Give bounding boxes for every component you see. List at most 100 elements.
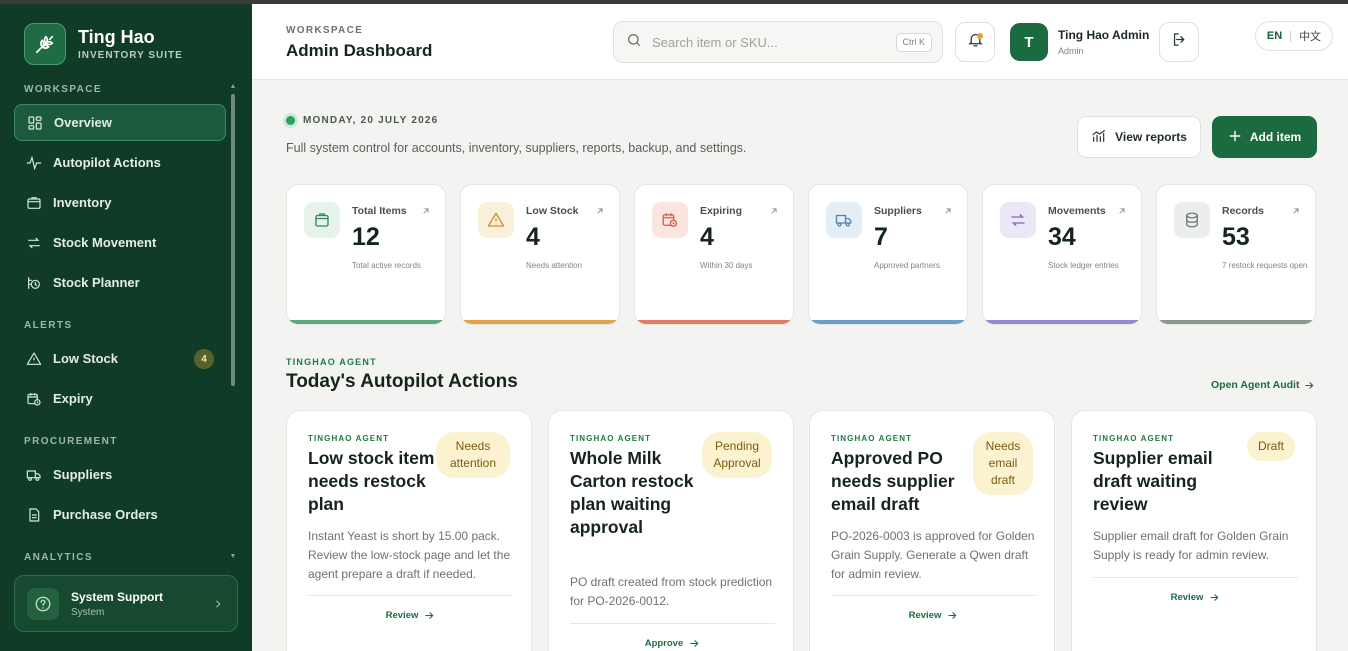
user-role: Admin — [1058, 46, 1084, 56]
calendar-clock-icon — [25, 390, 43, 408]
card-divider — [831, 595, 1036, 596]
sidebar-scrollbar-thumb[interactable] — [231, 94, 235, 386]
card-action-label: Review — [1170, 592, 1204, 603]
approve-button[interactable]: Approve — [570, 638, 775, 649]
stat-card-suppliers[interactable]: Suppliers 7 Approved partners — [808, 184, 968, 325]
action-card-whole-milk[interactable]: TINGHAO AGENT Whole Milk Carton restock … — [548, 410, 794, 651]
arrow-right-icon — [1210, 594, 1219, 601]
nav-section-analytics: ANALYTICS — [24, 552, 93, 563]
sidebar-item-label: Expiry — [53, 391, 93, 406]
nav-section-alerts: ALERTS — [24, 320, 73, 331]
add-item-button[interactable]: Add item — [1212, 116, 1317, 158]
stat-card-records[interactable]: Records 53 7 restock requests open — [1156, 184, 1316, 325]
sidebar-item-label: Low Stock — [53, 351, 119, 366]
sidebar-item-low-stock[interactable]: Low Stock 4 — [14, 340, 226, 377]
card-eyebrow: TINGHAO AGENT — [308, 434, 390, 443]
warning-icon — [25, 350, 43, 368]
support-subtitle: System — [71, 606, 105, 618]
user-profile[interactable]: T Ting Hao Admin Admin — [1010, 23, 1149, 61]
arrow-up-right-icon — [1117, 203, 1127, 221]
stat-accent-bar — [287, 320, 445, 324]
lang-separator: | — [1289, 30, 1293, 42]
search-box[interactable]: Ctrl K — [613, 21, 943, 63]
stat-value: 4 — [526, 223, 540, 251]
scroll-up-arrow-icon[interactable]: ▲ — [229, 83, 237, 90]
card-action-label: Approve — [644, 638, 684, 649]
action-card-approved-po[interactable]: TINGHAO AGENT Approved PO needs supplier… — [809, 410, 1055, 651]
date-row: MONDAY, 20 JULY 2026 — [286, 115, 438, 126]
card-eyebrow: TINGHAO AGENT — [570, 434, 652, 443]
logout-button[interactable] — [1159, 22, 1199, 62]
review-button[interactable]: Review — [308, 610, 513, 621]
brand-subtitle: INVENTORY SUITE — [78, 50, 183, 61]
stat-accent-bar — [635, 320, 793, 324]
action-card-low-stock[interactable]: TINGHAO AGENT Low stock item needs resto… — [286, 410, 532, 651]
card-body: PO draft created from stock prediction f… — [570, 575, 773, 608]
status-badge: Needs attention — [436, 432, 510, 478]
logout-icon — [1171, 31, 1188, 53]
stat-card-low-stock[interactable]: Low Stock 4 Needs attention — [460, 184, 620, 325]
pulse-icon — [25, 154, 43, 172]
review-button[interactable]: Review — [1093, 592, 1298, 603]
arrow-right-icon — [1305, 381, 1314, 389]
sidebar-item-label: Overview — [54, 115, 112, 130]
open-agent-audit-link[interactable]: Open Agent Audit — [1211, 379, 1315, 391]
scroll-down-arrow-icon[interactable]: ▼ — [229, 553, 237, 560]
status-dot — [286, 116, 295, 125]
stat-label: Expiring — [700, 205, 743, 217]
document-icon — [25, 506, 43, 524]
system-support-button[interactable]: System Support System — [14, 575, 238, 632]
section-title: Today's Autopilot Actions — [286, 371, 518, 392]
page-description: Full system control for accounts, invent… — [286, 141, 747, 155]
action-card-supplier-email[interactable]: TINGHAO AGENT Supplier email draft waiti… — [1071, 410, 1317, 651]
wheat-logo-icon — [24, 23, 66, 65]
plus-icon — [1228, 129, 1242, 146]
truck-icon — [25, 466, 43, 484]
search-input[interactable] — [652, 34, 872, 50]
sidebar-item-label: Stock Planner — [53, 275, 140, 290]
view-reports-button[interactable]: View reports — [1077, 116, 1201, 158]
box-icon — [25, 194, 43, 212]
sidebar-item-suppliers[interactable]: Suppliers — [14, 456, 226, 493]
arrow-right-icon — [690, 640, 699, 647]
card-action-label: Review — [385, 610, 419, 621]
stat-card-total-items[interactable]: Total Items 12 Total active records — [286, 184, 446, 325]
card-divider — [1093, 577, 1298, 578]
sidebar-item-expiry[interactable]: Expiry — [14, 380, 226, 417]
card-body: PO-2026-0003 is approved for Golden Grai… — [831, 529, 1035, 581]
lang-option-en[interactable]: EN — [1267, 30, 1282, 42]
sidebar-item-label: Autopilot Actions — [53, 155, 161, 170]
sidebar-item-stock-movement[interactable]: Stock Movement — [14, 224, 226, 261]
lang-option-zh[interactable]: 中文 — [1299, 28, 1321, 44]
card-body: Supplier email draft for Golden Grain Su… — [1093, 529, 1289, 562]
arrow-up-right-icon — [943, 203, 953, 221]
sidebar-item-purchase-orders[interactable]: Purchase Orders — [14, 496, 226, 533]
review-button[interactable]: Review — [831, 610, 1036, 621]
stat-card-expiring[interactable]: Expiring 4 Within 30 days — [634, 184, 794, 325]
audit-link-label: Open Agent Audit — [1211, 379, 1300, 391]
search-shortcut-hint: Ctrl K — [895, 33, 932, 52]
sidebar-item-autopilot-actions[interactable]: Autopilot Actions — [14, 144, 226, 181]
notifications-button[interactable] — [955, 22, 995, 62]
status-badge: Draft — [1246, 432, 1295, 461]
stat-note: Within 30 days — [700, 261, 753, 270]
status-badge: Needs email draft — [973, 432, 1033, 495]
card-eyebrow: TINGHAO AGENT — [1093, 434, 1175, 443]
brand[interactable]: Ting Hao INVENTORY SUITE — [24, 23, 183, 65]
calendar-clock-icon — [652, 202, 688, 238]
sidebar-item-stock-planner[interactable]: Stock Planner — [14, 264, 226, 301]
swap-icon — [1000, 202, 1036, 238]
arrow-right-icon — [948, 612, 957, 619]
stat-label: Low Stock — [526, 205, 579, 217]
stat-card-movements[interactable]: Movements 34 Stock ledger entries — [982, 184, 1142, 325]
stat-value: 12 — [352, 223, 380, 251]
sidebar-item-inventory[interactable]: Inventory — [14, 184, 226, 221]
sidebar-item-overview[interactable]: Overview — [14, 104, 226, 141]
card-title: Whole Milk Carton restock plan waiting a… — [570, 448, 694, 537]
stat-accent-bar — [461, 320, 619, 324]
avatar: T — [1010, 23, 1048, 61]
swap-icon — [25, 234, 43, 252]
agent-eyebrow: TINGHAO AGENT — [286, 357, 377, 367]
language-switcher[interactable]: EN | 中文 — [1255, 21, 1333, 51]
arrow-right-icon — [425, 612, 434, 619]
